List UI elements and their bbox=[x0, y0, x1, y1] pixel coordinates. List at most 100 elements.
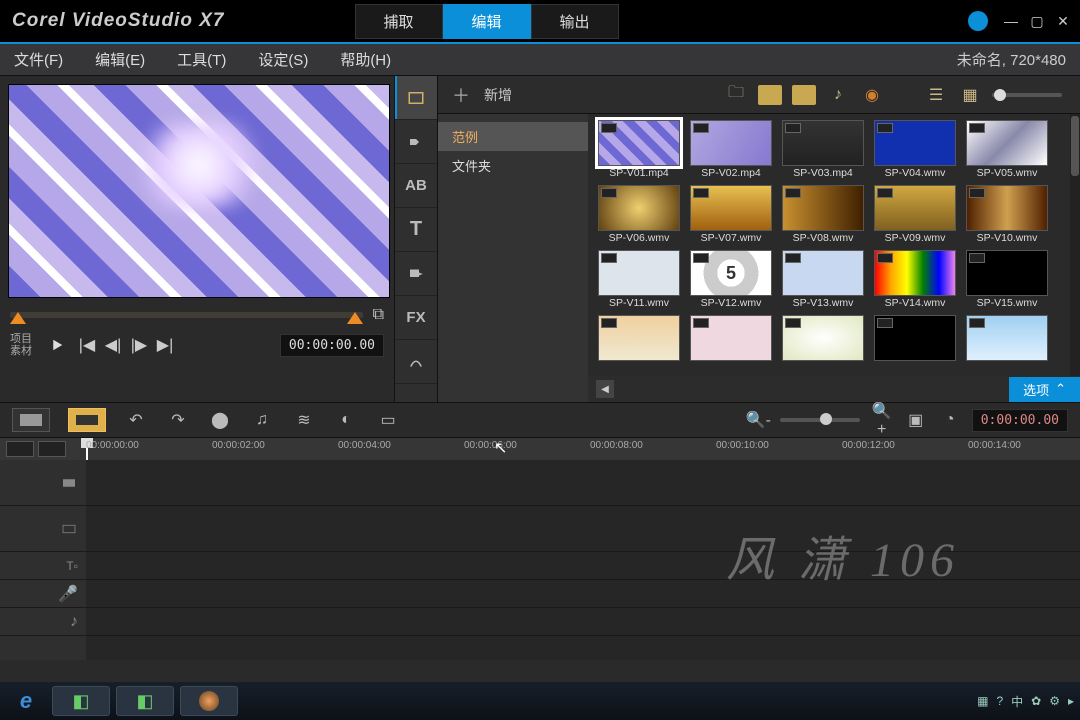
library-clip[interactable] bbox=[596, 315, 682, 362]
side-title-button[interactable]: AB bbox=[395, 164, 437, 208]
close-button[interactable]: ✕ bbox=[1054, 12, 1072, 30]
tree-folder[interactable]: 文件夹 bbox=[438, 151, 588, 180]
add-icon[interactable]: ＋ bbox=[452, 82, 470, 108]
library-clip[interactable]: 5SP-V12.wmv bbox=[688, 250, 774, 309]
ruler-mode-a[interactable] bbox=[6, 441, 34, 457]
menu-help[interactable]: 帮助(H) bbox=[340, 49, 391, 70]
timeline-tracks[interactable]: 风 潇 106 bbox=[86, 460, 1080, 660]
overlay-track-head[interactable] bbox=[0, 506, 86, 552]
library-clip[interactable]: SP-V08.wmv bbox=[780, 185, 866, 244]
filter-video-icon[interactable] bbox=[758, 85, 782, 105]
clip-label: SP-V11.wmv bbox=[609, 297, 669, 309]
track-manager-button[interactable]: ◐ bbox=[334, 411, 358, 429]
tray-icon-tool[interactable]: ⚙ bbox=[1049, 694, 1060, 708]
tab-edit[interactable]: 编辑 bbox=[443, 4, 531, 39]
tray-icon-1[interactable]: ▦ bbox=[977, 694, 988, 708]
library-clip[interactable] bbox=[688, 315, 774, 362]
side-fx-button[interactable]: FX bbox=[395, 296, 437, 340]
tray-icon-help[interactable]: ? bbox=[996, 694, 1003, 708]
menu-setting[interactable]: 设定(S) bbox=[258, 49, 308, 70]
options-button[interactable]: 选项⌃ bbox=[1009, 377, 1080, 402]
library-clip[interactable]: SP-V11.wmv bbox=[596, 250, 682, 309]
tray-icon-settings[interactable]: ✿ bbox=[1031, 694, 1041, 708]
zoom-in-icon[interactable]: 🔍+ bbox=[870, 401, 894, 439]
filter-disc-icon[interactable]: ◉ bbox=[860, 85, 884, 105]
tray-icon-more[interactable]: ▸ bbox=[1068, 694, 1074, 708]
video-track-head[interactable] bbox=[0, 460, 86, 506]
taskbar-app2[interactable]: ◧ bbox=[116, 686, 174, 716]
record-button[interactable]: ⬤ bbox=[208, 410, 232, 430]
mark-in-icon[interactable] bbox=[10, 304, 26, 324]
tree-sample[interactable]: 范例 bbox=[438, 122, 588, 151]
library-clip[interactable]: SP-V05.wmv bbox=[964, 120, 1050, 179]
next-frame-button[interactable]: |▶ bbox=[128, 334, 150, 356]
library-clip[interactable]: SP-V06.wmv bbox=[596, 185, 682, 244]
library-clip[interactable]: SP-V04.wmv bbox=[872, 120, 958, 179]
preview-timecode[interactable]: 00:00:00.00 bbox=[280, 334, 384, 357]
title-track-head[interactable]: T▫ bbox=[0, 552, 86, 580]
undo-button[interactable]: ↶ bbox=[124, 410, 148, 430]
storyboard-view-button[interactable] bbox=[12, 408, 50, 432]
menu-tool[interactable]: 工具(T) bbox=[177, 49, 226, 70]
chapter-button[interactable]: ▭ bbox=[376, 410, 400, 430]
ruler-tick: 00:00:14:00 bbox=[968, 440, 1021, 451]
ruler-mode-b[interactable] bbox=[38, 441, 66, 457]
tray-icon-ime[interactable]: 中 bbox=[1011, 693, 1023, 710]
audio-mixer-button[interactable]: ♫ bbox=[250, 411, 274, 429]
scrub-bar[interactable] bbox=[10, 312, 363, 318]
library-clip[interactable]: SP-V03.mp4 bbox=[780, 120, 866, 179]
library-clip[interactable]: SP-V15.wmv bbox=[964, 250, 1050, 309]
library-clip[interactable]: SP-V07.wmv bbox=[688, 185, 774, 244]
preview-canvas[interactable] bbox=[8, 84, 390, 298]
side-path-button[interactable] bbox=[395, 340, 437, 384]
voice-track-head[interactable]: 🎤 bbox=[0, 580, 86, 608]
filter-audio-icon[interactable]: ♪ bbox=[826, 85, 850, 105]
globe-icon[interactable] bbox=[968, 11, 988, 31]
go-end-button[interactable]: ▶| bbox=[154, 334, 176, 356]
auto-music-button[interactable]: ≋ bbox=[292, 410, 316, 430]
library-clip[interactable]: SP-V10.wmv bbox=[964, 185, 1050, 244]
side-media-button[interactable] bbox=[395, 76, 437, 120]
view-grid-icon[interactable]: ▦ bbox=[958, 85, 982, 105]
enlarge-preview-icon[interactable]: ⧉ bbox=[373, 306, 384, 324]
library-clip[interactable]: SP-V13.wmv bbox=[780, 250, 866, 309]
folder-icon[interactable]: 🗀 bbox=[724, 85, 748, 105]
zoom-slider[interactable] bbox=[780, 418, 860, 422]
scroll-left-icon[interactable]: ◀ bbox=[596, 380, 614, 398]
minimize-button[interactable]: — bbox=[1002, 12, 1020, 30]
fit-project-icon[interactable]: ▣ bbox=[904, 410, 928, 430]
library-clip[interactable] bbox=[964, 315, 1050, 362]
taskbar-app1[interactable]: ◧ bbox=[52, 686, 110, 716]
tab-share[interactable]: 输出 bbox=[531, 4, 619, 39]
preview-mode-toggle[interactable]: 项目 素材 bbox=[10, 333, 32, 357]
redo-button[interactable]: ↷ bbox=[166, 410, 190, 430]
prev-frame-button[interactable]: ◀| bbox=[102, 334, 124, 356]
side-transition-button[interactable] bbox=[395, 120, 437, 164]
view-list-icon[interactable]: ☰ bbox=[924, 85, 948, 105]
play-button[interactable] bbox=[42, 330, 72, 360]
library-clip[interactable]: SP-V02.mp4 bbox=[688, 120, 774, 179]
side-graphic-button[interactable]: T bbox=[395, 208, 437, 252]
project-duration-icon[interactable]: ◔ bbox=[938, 411, 962, 429]
library-clip[interactable]: SP-V14.wmv bbox=[872, 250, 958, 309]
library-clip[interactable]: SP-V01.mp4 bbox=[596, 120, 682, 179]
filter-photo-icon[interactable] bbox=[792, 85, 816, 105]
go-start-button[interactable]: |◀ bbox=[76, 334, 98, 356]
library-clip[interactable] bbox=[780, 315, 866, 362]
library-clip[interactable] bbox=[872, 315, 958, 362]
taskbar-videostudio[interactable] bbox=[180, 686, 238, 716]
time-ruler[interactable]: 00:00:00:0000:00:02:0000:00:04:0000:00:0… bbox=[86, 438, 1080, 460]
library-scrollbar[interactable] bbox=[1070, 114, 1080, 376]
maximize-button[interactable]: ▢ bbox=[1028, 12, 1046, 30]
tab-capture[interactable]: 捕取 bbox=[355, 4, 443, 39]
side-filter-button[interactable] bbox=[395, 252, 437, 296]
menu-file[interactable]: 文件(F) bbox=[14, 49, 63, 70]
library-clip[interactable]: SP-V09.wmv bbox=[872, 185, 958, 244]
thumb-size-slider[interactable] bbox=[992, 93, 1062, 97]
menu-edit[interactable]: 编辑(E) bbox=[95, 49, 145, 70]
music-track-head[interactable]: ♪ bbox=[0, 608, 86, 636]
mark-out-icon[interactable] bbox=[347, 304, 363, 324]
timeline-view-button[interactable] bbox=[68, 408, 106, 432]
zoom-out-icon[interactable]: 🔍- bbox=[746, 410, 770, 430]
taskbar-ie[interactable]: e bbox=[6, 686, 46, 716]
